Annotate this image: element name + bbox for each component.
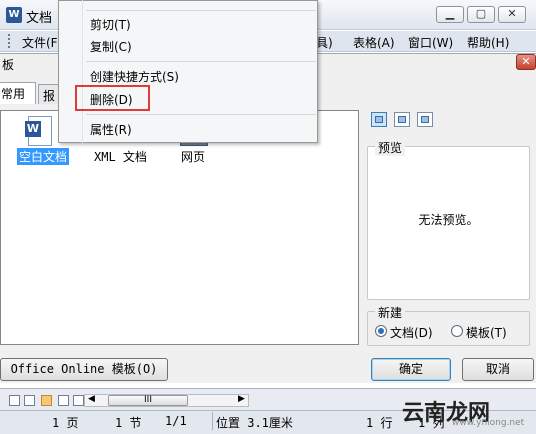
context-cut[interactable]: 剪切(T) (90, 16, 131, 33)
menu-table[interactable]: 表格(A) (353, 34, 395, 51)
status-position: 位置 3.1厘米 (216, 416, 293, 430)
menu-help[interactable]: 帮助(H) (467, 34, 509, 51)
document-radio-label[interactable]: 文档(D) (390, 324, 433, 341)
window-title: 文档 (26, 11, 53, 26)
scroll-left-arrow-icon[interactable]: ◀ (88, 394, 95, 404)
menu-tools[interactable]: 具) (316, 34, 333, 51)
large-icons-view-button[interactable] (371, 112, 387, 127)
ok-button[interactable]: 确定 (371, 358, 451, 381)
template-radio[interactable] (451, 325, 463, 337)
status-pages: 1/1 (165, 414, 187, 428)
close-window-button[interactable]: ✕ (498, 6, 526, 23)
create-new-label: 新建 (375, 304, 406, 321)
menu-separator (86, 114, 316, 115)
context-properties[interactable]: 属性(R) (90, 121, 132, 138)
list-view-button[interactable] (394, 112, 410, 127)
menu-separator (86, 10, 316, 11)
office-online-templates-button[interactable]: Office Online 模板(O) (0, 358, 168, 381)
web-layout-view-icon[interactable] (24, 395, 35, 406)
outline-view-icon[interactable] (58, 395, 69, 406)
maximize-button[interactable]: ▢ (467, 6, 495, 23)
status-line: 1 行 (366, 416, 393, 430)
template-xml-document[interactable]: XML 文档 (94, 148, 147, 165)
preview-message: 无法预览。 (418, 213, 479, 227)
normal-view-icon[interactable] (9, 395, 20, 406)
tab-common-label: 常用 (1, 87, 26, 101)
context-create-shortcut[interactable]: 创建快捷方式(S) (90, 68, 179, 85)
delete-highlight-box (75, 85, 150, 111)
menu-file[interactable]: 文件(F) (22, 34, 62, 51)
template-radio-label[interactable]: 模板(T) (466, 324, 507, 341)
status-page: 1 页 (52, 416, 79, 430)
cancel-button[interactable]: 取消 (462, 358, 534, 381)
details-view-button[interactable] (417, 112, 433, 127)
reading-view-icon[interactable] (73, 395, 84, 406)
print-layout-view-icon[interactable] (41, 395, 52, 406)
document-radio[interactable] (375, 325, 387, 337)
menu-separator (86, 61, 316, 62)
dialog-close-button[interactable]: ✕ (516, 54, 536, 70)
status-section: 1 节 (115, 416, 142, 430)
tab-common[interactable]: 常用 (0, 82, 36, 104)
scroll-thumb[interactable]: III (108, 395, 188, 406)
toolbar-grip-icon[interactable] (8, 34, 11, 48)
status-separator (212, 412, 213, 430)
menu-window[interactable]: 窗口(W) (408, 34, 453, 51)
context-menu-gutter (82, 0, 83, 143)
preview-label: 预览 (375, 139, 406, 156)
word-app-icon: W (6, 7, 22, 23)
context-copy[interactable]: 复制(C) (90, 38, 132, 55)
scroll-right-arrow-icon[interactable]: ▶ (238, 394, 245, 404)
template-blank-document[interactable]: 空白文档 (17, 148, 70, 165)
minimize-button[interactable]: ▁ (436, 6, 464, 23)
template-web-page[interactable]: 网页 (181, 148, 205, 165)
watermark-url: www.ynlong.net (452, 418, 525, 428)
blank-document-icon[interactable] (25, 116, 52, 146)
dialog-title: 板 (2, 58, 15, 72)
